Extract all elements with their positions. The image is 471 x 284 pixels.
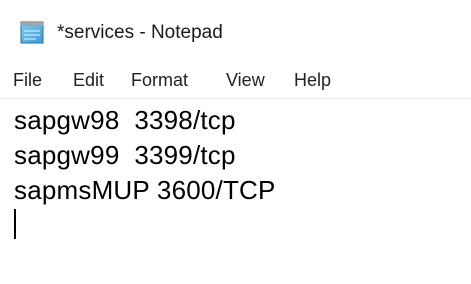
notepad-window: *services - Notepad File Edit Format Vie… xyxy=(0,0,471,284)
menu-help[interactable]: Help xyxy=(294,65,331,95)
text-line: sapgw99 3399/tcp xyxy=(14,140,236,170)
menu-file[interactable]: File xyxy=(13,65,42,95)
window-title: *services - Notepad xyxy=(57,22,223,43)
title-bar[interactable]: *services - Notepad xyxy=(0,0,471,60)
menu-edit[interactable]: Edit xyxy=(73,65,104,95)
menu-view[interactable]: View xyxy=(226,65,265,95)
menu-format[interactable]: Format xyxy=(131,65,188,95)
text-caret xyxy=(14,209,16,239)
notepad-icon xyxy=(20,21,44,44)
text-line: sapgw98 3398/tcp xyxy=(14,105,236,135)
menu-bar: File Edit Format View Help xyxy=(0,62,471,99)
text-editor[interactable]: sapgw98 3398/tcp sapgw99 3399/tcp sapmsM… xyxy=(0,99,471,284)
text-line: sapmsMUP 3600/TCP xyxy=(14,175,276,205)
